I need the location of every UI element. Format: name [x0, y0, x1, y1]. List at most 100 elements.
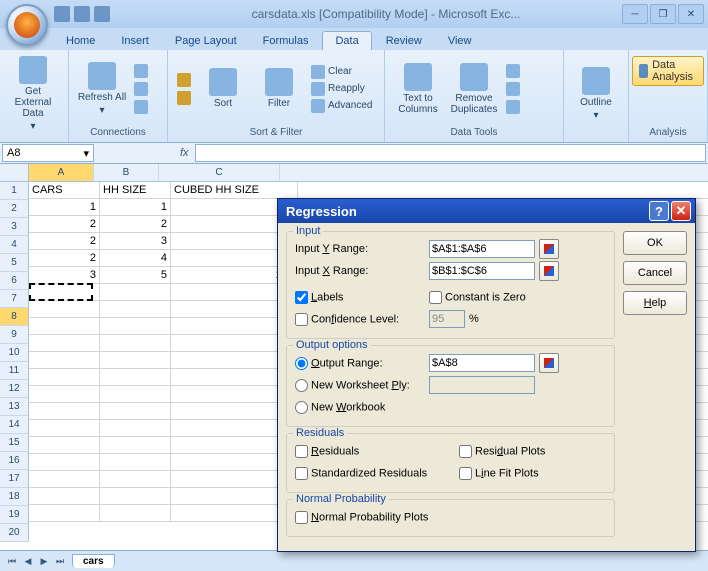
- cell-A11[interactable]: [29, 352, 100, 369]
- select-all-corner[interactable]: [0, 164, 29, 182]
- line-fit-plots-checkbox[interactable]: Line Fit Plots: [459, 467, 539, 480]
- get-external-data-button[interactable]: Get External Data▾: [6, 54, 60, 134]
- tab-home[interactable]: Home: [54, 32, 107, 50]
- refresh-all-button[interactable]: Refresh All▾: [75, 60, 129, 118]
- cell-B14[interactable]: [100, 403, 171, 420]
- row-header-15[interactable]: 15: [0, 434, 29, 452]
- x-range-ref-button[interactable]: [539, 261, 559, 281]
- residual-plots-checkbox[interactable]: Residual Plots: [459, 445, 545, 458]
- cell-A5[interactable]: 2: [29, 250, 100, 267]
- row-header-3[interactable]: 3: [0, 218, 29, 236]
- row-header-4[interactable]: 4: [0, 236, 29, 254]
- row-header-6[interactable]: 6: [0, 272, 29, 290]
- row-header-20[interactable]: 20: [0, 524, 29, 542]
- constant-zero-checkbox[interactable]: Constant is Zero: [429, 291, 526, 304]
- what-if-button[interactable]: [503, 99, 523, 115]
- properties-button[interactable]: [131, 81, 151, 97]
- cell-B18[interactable]: [100, 471, 171, 488]
- cell-A9[interactable]: [29, 318, 100, 335]
- cell-A10[interactable]: [29, 335, 100, 352]
- x-range-input[interactable]: $B$1:$C$6: [429, 262, 535, 280]
- cell-B16[interactable]: [100, 437, 171, 454]
- filter-button[interactable]: Filter: [252, 66, 306, 111]
- cell-C1[interactable]: CUBED HH SIZE: [171, 182, 298, 199]
- cell-B17[interactable]: [100, 454, 171, 471]
- tab-formulas[interactable]: Formulas: [251, 32, 321, 50]
- minimize-button[interactable]: ─: [622, 4, 648, 24]
- row-header-7[interactable]: 7: [0, 290, 29, 308]
- edit-links-button[interactable]: [131, 99, 151, 115]
- std-residuals-checkbox[interactable]: Standardized Residuals: [295, 467, 455, 480]
- cell-A6[interactable]: 3: [29, 267, 100, 284]
- connections-button[interactable]: [131, 63, 151, 79]
- fx-icon[interactable]: fx: [174, 147, 195, 159]
- row-header-14[interactable]: 14: [0, 416, 29, 434]
- col-header-A[interactable]: A: [29, 164, 94, 182]
- cell-A15[interactable]: [29, 420, 100, 437]
- cell-B20[interactable]: [100, 505, 171, 522]
- cell-A1[interactable]: CARS: [29, 182, 100, 199]
- y-range-input[interactable]: $A$1:$A$6: [429, 240, 535, 258]
- cell-A4[interactable]: 2: [29, 233, 100, 250]
- consolidate-button[interactable]: [503, 81, 523, 97]
- redo-icon[interactable]: [94, 6, 110, 22]
- cell-B10[interactable]: [100, 335, 171, 352]
- cell-B19[interactable]: [100, 488, 171, 505]
- sort-button[interactable]: Sort: [196, 66, 250, 111]
- col-header-B[interactable]: B: [94, 164, 159, 182]
- sort-asc-button[interactable]: [174, 72, 194, 88]
- cell-A19[interactable]: [29, 488, 100, 505]
- row-header-19[interactable]: 19: [0, 506, 29, 524]
- sheet-tab-cars[interactable]: cars: [72, 554, 115, 568]
- cell-A18[interactable]: [29, 471, 100, 488]
- text-to-columns-button[interactable]: Text to Columns: [391, 61, 445, 117]
- y-range-ref-button[interactable]: [539, 239, 559, 259]
- help-button[interactable]: Help: [623, 291, 687, 315]
- cell-B1[interactable]: HH SIZE: [100, 182, 171, 199]
- dialog-titlebar[interactable]: Regression ? ✕: [278, 199, 695, 223]
- normal-prob-checkbox[interactable]: Normal Probability Plots: [295, 511, 428, 524]
- cell-B11[interactable]: [100, 352, 171, 369]
- cell-A16[interactable]: [29, 437, 100, 454]
- restore-button[interactable]: ❐: [650, 4, 676, 24]
- name-box[interactable]: A8▾: [2, 144, 94, 162]
- cell-A12[interactable]: [29, 369, 100, 386]
- cell-B3[interactable]: 2: [100, 216, 171, 233]
- first-sheet-nav[interactable]: ⏮: [4, 553, 20, 569]
- tab-insert[interactable]: Insert: [109, 32, 161, 50]
- dialog-close-icon[interactable]: ✕: [671, 201, 691, 221]
- advanced-button[interactable]: Advanced: [308, 98, 375, 114]
- cancel-button[interactable]: Cancel: [623, 261, 687, 285]
- cell-B9[interactable]: [100, 318, 171, 335]
- cell-A14[interactable]: [29, 403, 100, 420]
- confidence-input[interactable]: 95: [429, 310, 465, 328]
- cell-A20[interactable]: [29, 505, 100, 522]
- cell-B7[interactable]: [100, 284, 171, 301]
- cell-B6[interactable]: 5: [100, 267, 171, 284]
- cell-B8[interactable]: [100, 301, 171, 318]
- close-button[interactable]: ✕: [678, 4, 704, 24]
- row-header-10[interactable]: 10: [0, 344, 29, 362]
- cell-B13[interactable]: [100, 386, 171, 403]
- last-sheet-nav[interactable]: ⏭: [52, 553, 68, 569]
- ok-button[interactable]: OK: [623, 231, 687, 255]
- new-worksheet-radio[interactable]: New Worksheet Ply:: [295, 379, 425, 392]
- tab-view[interactable]: View: [436, 32, 484, 50]
- row-header-13[interactable]: 13: [0, 398, 29, 416]
- cell-A3[interactable]: 2: [29, 216, 100, 233]
- cell-B5[interactable]: 4: [100, 250, 171, 267]
- prev-sheet-nav[interactable]: ◀: [20, 553, 36, 569]
- cell-B2[interactable]: 1: [100, 199, 171, 216]
- cell-A7[interactable]: [29, 284, 100, 301]
- new-workbook-radio[interactable]: New Workbook: [295, 401, 385, 414]
- next-sheet-nav[interactable]: ▶: [36, 553, 52, 569]
- remove-duplicates-button[interactable]: Remove Duplicates: [447, 61, 501, 117]
- reapply-button[interactable]: Reapply: [308, 81, 375, 97]
- cell-A13[interactable]: [29, 386, 100, 403]
- cell-A2[interactable]: 1: [29, 199, 100, 216]
- row-header-9[interactable]: 9: [0, 326, 29, 344]
- outline-button[interactable]: Outline▾: [570, 65, 622, 123]
- row-header-18[interactable]: 18: [0, 488, 29, 506]
- data-analysis-button[interactable]: Data Analysis: [632, 56, 705, 86]
- cell-A8[interactable]: [29, 301, 100, 318]
